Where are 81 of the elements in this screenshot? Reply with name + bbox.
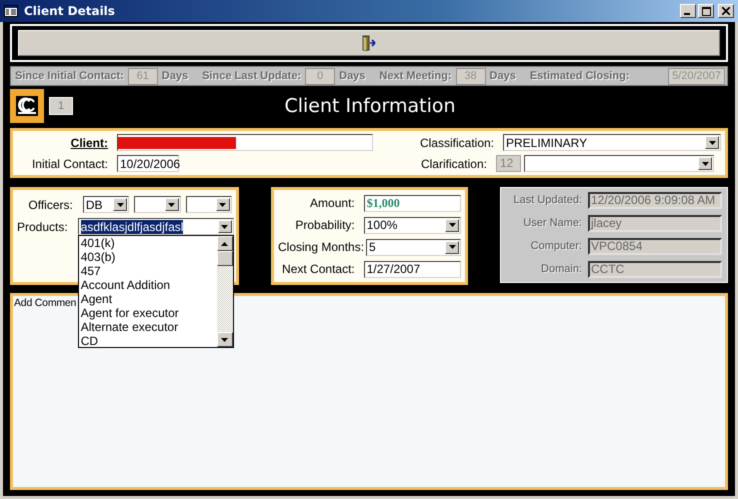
readonly-field: VPC0854	[588, 238, 722, 254]
list-item[interactable]: CD	[80, 334, 217, 348]
dropdown-combo[interactable]: 100%	[364, 216, 461, 234]
field-label: User Name:	[522, 217, 583, 229]
code-field: 12	[496, 155, 521, 172]
products-combo[interactable]: asdfklasjdlfjasdjfasl	[78, 218, 234, 235]
list-item[interactable]: 457	[80, 264, 217, 278]
minimize-button[interactable]	[680, 4, 696, 18]
field-label: Officers:	[27, 198, 74, 212]
classification-combo[interactable]: PRELIMINARY	[503, 134, 721, 151]
stat-label: Since Initial Contact:	[15, 70, 124, 82]
dropdown-button[interactable]	[705, 136, 719, 149]
dropdown-button[interactable]	[164, 198, 179, 211]
dropdown-button[interactable]	[216, 198, 230, 211]
field-label: Next Contact:	[281, 262, 356, 276]
stat-unit: Days	[339, 70, 366, 82]
comments-label: Add Commen	[14, 297, 76, 309]
stat-label: Since Last Update:	[202, 70, 302, 82]
stat-value: 38	[456, 68, 486, 84]
dropdown-button[interactable]	[445, 218, 459, 232]
date-field[interactable]: 1/27/2007	[364, 260, 461, 278]
down-arrow-icon	[221, 338, 228, 342]
stat-value: 61	[128, 68, 158, 84]
field-label: Computer:	[530, 240, 583, 252]
stat-label: Next Meeting:	[379, 70, 452, 82]
field-label: Closing Months:	[278, 240, 366, 254]
exit-button[interactable]	[18, 30, 720, 56]
field-label: Initial Contact:	[30, 156, 109, 170]
client-field[interactable]	[117, 134, 373, 151]
officer-combo[interactable]	[134, 196, 181, 213]
stat-unit: Days	[490, 70, 516, 82]
dropdown-button[interactable]	[218, 220, 232, 233]
window-title: Client Details	[24, 4, 115, 18]
scrollbar-thumb[interactable]	[216, 251, 233, 266]
list-item[interactable]: Agent	[80, 292, 217, 306]
caret-icon	[116, 202, 124, 206]
clarification-combo[interactable]	[524, 155, 714, 172]
up-arrow-icon	[221, 242, 228, 246]
field-label: Last Updated:	[512, 194, 583, 206]
stat-label: Estimated Closing:	[530, 70, 630, 82]
list-item[interactable]: 401(k)	[80, 236, 217, 250]
date-field[interactable]: 10/20/2006	[117, 155, 179, 172]
caret-icon	[448, 223, 456, 227]
readonly-field: 12/20/2006 9:09:08 AM	[588, 192, 722, 208]
close-icon	[722, 7, 730, 15]
door-exit-icon	[362, 35, 376, 51]
field-label: Domain:	[540, 263, 583, 275]
officer-combo[interactable]	[186, 196, 232, 213]
officer-combo[interactable]: DB	[82, 196, 130, 213]
list-item[interactable]: Account Addition	[80, 278, 217, 292]
list-item[interactable]: Alternate executor	[80, 320, 217, 334]
maximize-icon	[702, 6, 710, 16]
field-label: Products:	[17, 220, 69, 234]
caret-icon	[702, 162, 708, 166]
scrollbar[interactable]	[216, 236, 233, 347]
close-button[interactable]	[718, 4, 734, 18]
stat-unit: Days	[162, 70, 188, 82]
dropdown-combo[interactable]: 5	[366, 238, 461, 256]
field-label: Clarification:	[420, 156, 488, 170]
amount-field[interactable]: $1,000	[364, 194, 461, 212]
readonly-field: jlacey	[588, 214, 722, 232]
field-label: Classification:	[418, 136, 495, 150]
dropdown-button[interactable]	[698, 157, 712, 170]
caret-icon	[221, 224, 228, 228]
list-item[interactable]: 403(b)	[80, 250, 217, 264]
stat-value: 0	[305, 68, 336, 84]
field-label: Client:	[70, 136, 109, 150]
maximize-button[interactable]	[698, 4, 714, 18]
list-item[interactable]: Agent for executor	[80, 306, 217, 320]
field-label: Probability:	[294, 218, 356, 232]
dropdown-button[interactable]	[445, 240, 459, 254]
form-icon	[4, 5, 18, 17]
form-title: Client Information	[283, 95, 457, 117]
dropdown-button[interactable]	[113, 198, 128, 211]
caret-icon	[448, 245, 456, 249]
stat-value: 5/20/2007	[668, 68, 725, 84]
caret-icon	[708, 140, 716, 144]
readonly-field: CCTC	[588, 260, 722, 278]
caret-icon	[168, 202, 176, 206]
caret-icon	[219, 202, 226, 206]
field-label: Amount:	[309, 196, 356, 210]
